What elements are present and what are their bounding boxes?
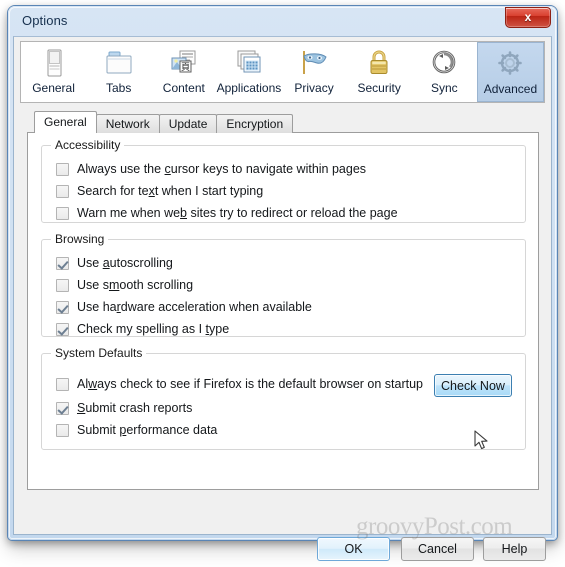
general-tab-panel: Accessibility Always use the cursor keys… — [27, 132, 539, 490]
checkbox-label: Submit performance data — [77, 423, 218, 437]
checkbox-hardware-acceleration[interactable] — [56, 300, 69, 314]
accessibility-group-title: Accessibility — [51, 138, 125, 152]
toolbar-item-label: General — [32, 81, 75, 95]
browsing-group: Browsing Use autoscrolling Use smooth sc… — [41, 232, 526, 338]
checkbox-row-performance-data[interactable]: Submit performance data — [56, 421, 217, 439]
check-now-button[interactable]: Check Now — [434, 374, 512, 397]
checkbox-row-default-browser-check[interactable]: Always check to see if Firefox is the de… — [56, 375, 423, 393]
checkbox-label: Submit crash reports — [77, 401, 193, 415]
checkbox-label: Search for text when I start typing — [77, 184, 264, 198]
checkbox-row-smooth-scrolling[interactable]: Use smooth scrolling — [56, 276, 193, 294]
title-bar: Options x — [8, 6, 557, 36]
content-icon: 頁 — [167, 47, 201, 79]
checkbox-label: Check my spelling as I type — [77, 322, 230, 336]
checkbox-row-crash-reports[interactable]: Submit crash reports — [56, 399, 192, 417]
options-category-toolbar: General Tabs 頁 Content Applications Priv… — [20, 41, 545, 103]
system-defaults-group: System Defaults Always check to see if F… — [41, 346, 526, 450]
toolbar-item-security[interactable]: Security — [347, 42, 412, 102]
toolbar-item-label: Content — [162, 81, 205, 95]
checkbox-row-autoscrolling[interactable]: Use autoscrolling — [56, 254, 173, 272]
help-button[interactable]: Help — [483, 537, 546, 561]
checkbox-row-cursor-keys[interactable]: Always use the cursor keys to navigate w… — [56, 160, 366, 178]
options-dialog-window: Options x General Tabs 頁 Content Applica… — [8, 6, 557, 561]
advanced-tab-strip: General Network Update Encryption — [34, 111, 294, 133]
toolbar-item-label: Tabs — [106, 81, 132, 95]
toolbar-item-label: Advanced — [483, 82, 538, 96]
checkbox-row-spell-check[interactable]: Check my spelling as I type — [56, 320, 229, 338]
checkbox-label: Use autoscrolling — [77, 256, 173, 270]
desktop-background: Options x General Tabs 頁 Content Applica… — [0, 0, 565, 567]
toolbar-item-applications[interactable]: Applications — [216, 42, 281, 102]
toolbar-item-privacy[interactable]: Privacy — [282, 42, 347, 102]
checkbox-smooth-scrolling[interactable] — [56, 278, 69, 292]
toolbar-item-label: Sync — [430, 81, 458, 95]
close-icon: x — [524, 10, 532, 24]
checkbox-label: Use smooth scrolling — [77, 278, 194, 292]
accessibility-group: Accessibility Always use the cursor keys… — [41, 138, 526, 223]
checkbox-label: Always check to see if Firefox is the de… — [77, 377, 424, 391]
svg-text:頁: 頁 — [181, 62, 190, 73]
checkbox-warn-redirect[interactable] — [56, 206, 69, 220]
sync-icon — [427, 47, 461, 79]
cancel-button[interactable]: Cancel — [401, 537, 474, 561]
padlock-icon — [362, 47, 396, 79]
checkbox-crash-reports[interactable] — [56, 401, 69, 415]
toolbar-item-label: Security — [357, 81, 401, 95]
toolbar-item-advanced[interactable]: Advanced — [476, 42, 544, 102]
checkbox-row-hardware-acceleration[interactable]: Use hardware acceleration when available — [56, 298, 312, 316]
tab-encryption[interactable]: Encryption — [216, 114, 294, 133]
toolbar-item-general[interactable]: General — [21, 42, 86, 102]
checkbox-spell-check[interactable] — [56, 322, 69, 336]
ok-button[interactable]: OK — [317, 537, 390, 561]
checkbox-default-browser-check[interactable] — [56, 377, 69, 391]
toolbar-item-content[interactable]: 頁 Content — [151, 42, 216, 102]
applications-icon — [232, 47, 266, 79]
general-icon — [37, 47, 71, 79]
checkbox-row-search-on-typing[interactable]: Search for text when I start typing — [56, 182, 263, 200]
checkbox-label: Use hardware acceleration when available — [77, 300, 312, 314]
system-defaults-group-title: System Defaults — [51, 346, 147, 360]
gear-icon — [493, 48, 527, 80]
close-button[interactable]: x — [505, 7, 551, 28]
toolbar-item-label: Applications — [216, 81, 282, 95]
tab-network[interactable]: Network — [95, 114, 160, 133]
window-title: Options — [22, 13, 68, 28]
toolbar-item-sync[interactable]: Sync — [412, 42, 477, 102]
dialog-client-area: General Tabs 頁 Content Applications Priv… — [13, 36, 552, 561]
checkbox-cursor-keys[interactable] — [56, 162, 69, 176]
checkbox-search-on-typing[interactable] — [56, 184, 69, 198]
checkbox-performance-data[interactable] — [56, 423, 69, 437]
checkbox-label: Always use the cursor keys to navigate w… — [77, 162, 367, 176]
tab-general[interactable]: General — [34, 111, 97, 133]
checkbox-row-warn-redirect[interactable]: Warn me when web sites try to redirect o… — [56, 204, 398, 222]
tabs-icon — [102, 47, 136, 79]
toolbar-item-label: Privacy — [294, 81, 334, 95]
checkbox-label: Warn me when web sites try to redirect o… — [77, 206, 398, 220]
toolbar-item-tabs[interactable]: Tabs — [86, 42, 151, 102]
tab-update[interactable]: Update — [158, 114, 218, 133]
browsing-group-title: Browsing — [51, 232, 109, 246]
checkbox-autoscrolling[interactable] — [56, 256, 69, 270]
privacy-mask-icon — [297, 47, 331, 79]
